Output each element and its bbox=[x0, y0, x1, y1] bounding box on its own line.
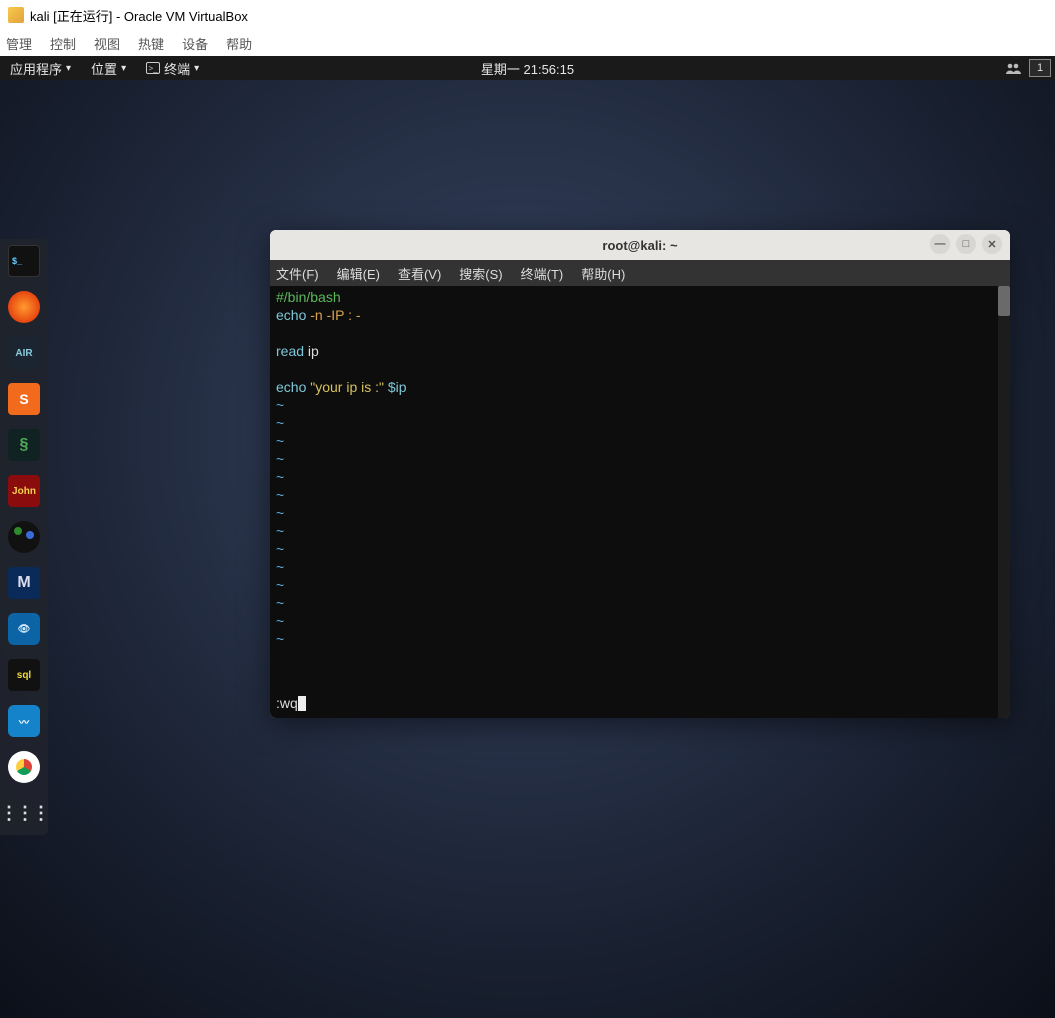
editor-line: read ip bbox=[276, 342, 1004, 360]
terminal-icon: >_ bbox=[146, 62, 160, 74]
vim-empty-line: ~ bbox=[276, 396, 1004, 414]
sqlmap-app[interactable]: sql bbox=[8, 659, 40, 691]
workspace-indicator[interactable]: 1 bbox=[1029, 59, 1051, 77]
editor-line: #/bin/bash bbox=[276, 288, 1004, 306]
host-menu-hotkey[interactable]: 热键 bbox=[138, 34, 164, 53]
wireshark-app[interactable]: 〰 bbox=[8, 705, 40, 737]
editor-line bbox=[276, 324, 1004, 342]
vim-empty-line: ~ bbox=[276, 468, 1004, 486]
app-grid[interactable]: ⋮⋮⋮ bbox=[8, 797, 40, 829]
panel-applications-label: 应用程序 bbox=[10, 59, 62, 78]
vim-empty-line: ~ bbox=[276, 576, 1004, 594]
vim-empty-line: ~ bbox=[276, 522, 1004, 540]
terminal-title: root@kali: ~ bbox=[602, 238, 677, 253]
virtualbox-icon bbox=[8, 7, 24, 23]
chevron-down-icon: ▾ bbox=[66, 63, 71, 74]
vim-empty-line: ~ bbox=[276, 540, 1004, 558]
host-window-titlebar: kali [正在运行] - Oracle VM VirtualBox bbox=[0, 0, 1055, 30]
panel-terminal-label: 终端 bbox=[164, 59, 190, 78]
left-dock: $_ AIR S § John M 👁 sql 〰 ⋮⋮⋮ bbox=[0, 239, 48, 835]
top-panel: 应用程序 ▾ 位置 ▾ >_ 终端 ▾ 星期一 21:56:15 1 bbox=[0, 56, 1055, 80]
terminal-menubar: 文件(F) 编辑(E) 查看(V) 搜索(S) 终端(T) 帮助(H) bbox=[270, 260, 1010, 286]
host-menu-devices[interactable]: 设备 bbox=[182, 34, 208, 53]
guest-desktop: 应用程序 ▾ 位置 ▾ >_ 终端 ▾ 星期一 21:56:15 1 $_ AIR S § J… bbox=[0, 56, 1055, 1018]
term-menu-edit[interactable]: 编辑(E) bbox=[337, 264, 380, 283]
host-menu-manage[interactable]: 管理 bbox=[6, 34, 32, 53]
vim-empty-line: ~ bbox=[276, 612, 1004, 630]
term-menu-help[interactable]: 帮助(H) bbox=[581, 264, 625, 283]
vim-empty-line: ~ bbox=[276, 504, 1004, 522]
vim-empty-line: ~ bbox=[276, 432, 1004, 450]
chevron-down-icon: ▾ bbox=[194, 63, 199, 74]
chevron-down-icon: ▾ bbox=[121, 63, 126, 74]
panel-clock: 星期一 21:56:15 bbox=[481, 59, 574, 78]
vim-empty-line: ~ bbox=[276, 630, 1004, 648]
panel-places[interactable]: 位置 ▾ bbox=[81, 56, 136, 80]
vim-empty-line: ~ bbox=[276, 594, 1004, 612]
panel-applications[interactable]: 应用程序 ▾ bbox=[0, 56, 81, 80]
text-cursor bbox=[298, 696, 306, 711]
maximize-button[interactable]: □ bbox=[956, 234, 976, 254]
metasploit-app[interactable]: M bbox=[8, 567, 40, 599]
panel-terminal[interactable]: >_ 终端 ▾ bbox=[136, 56, 209, 80]
terminal-body[interactable]: #/bin/bash echo -n -IP : - read ip echo … bbox=[270, 286, 1010, 718]
scrollbar-track[interactable] bbox=[998, 286, 1010, 718]
john-app[interactable]: John bbox=[8, 475, 40, 507]
editor-line: echo -n -IP : - bbox=[276, 306, 1004, 324]
term-menu-view[interactable]: 查看(V) bbox=[398, 264, 441, 283]
minimize-button[interactable]: — bbox=[930, 234, 950, 254]
terminal-titlebar[interactable]: root@kali: ~ — □ ✕ bbox=[270, 230, 1010, 260]
users-icon[interactable] bbox=[1005, 61, 1021, 75]
chromium-app[interactable] bbox=[8, 751, 40, 783]
nmap-app[interactable] bbox=[8, 521, 40, 553]
terminal-window: root@kali: ~ — □ ✕ 文件(F) 编辑(E) 查看(V) 搜索(… bbox=[270, 230, 1010, 718]
term-menu-file[interactable]: 文件(F) bbox=[276, 264, 319, 283]
burpsuite-app[interactable]: S bbox=[8, 383, 40, 415]
host-menu-view[interactable]: 视图 bbox=[94, 34, 120, 53]
term-menu-search[interactable]: 搜索(S) bbox=[459, 264, 502, 283]
vim-command-line[interactable]: :wq bbox=[276, 694, 306, 712]
host-menu-control[interactable]: 控制 bbox=[50, 34, 76, 53]
host-window-title: kali [正在运行] - Oracle VM VirtualBox bbox=[30, 6, 248, 25]
terminal-app[interactable]: $_ bbox=[8, 245, 40, 277]
editor-line bbox=[276, 360, 1004, 378]
scrollbar-thumb[interactable] bbox=[998, 286, 1010, 316]
vim-empty-line: ~ bbox=[276, 486, 1004, 504]
term-menu-term[interactable]: 终端(T) bbox=[521, 264, 564, 283]
vim-empty-line: ~ bbox=[276, 414, 1004, 432]
hydra-app[interactable]: § bbox=[8, 429, 40, 461]
editor-line: echo "your ip is :" $ip bbox=[276, 378, 1004, 396]
vim-empty-line: ~ bbox=[276, 450, 1004, 468]
vim-empty-line: ~ bbox=[276, 558, 1004, 576]
aircrack-app[interactable]: AIR bbox=[8, 337, 40, 369]
panel-places-label: 位置 bbox=[91, 59, 117, 78]
host-menu-help[interactable]: 帮助 bbox=[226, 34, 252, 53]
close-button[interactable]: ✕ bbox=[982, 234, 1002, 254]
maltego-app[interactable]: 👁 bbox=[8, 613, 40, 645]
firefox-app[interactable] bbox=[8, 291, 40, 323]
host-menubar: 管理 控制 视图 热键 设备 帮助 bbox=[0, 30, 1055, 56]
